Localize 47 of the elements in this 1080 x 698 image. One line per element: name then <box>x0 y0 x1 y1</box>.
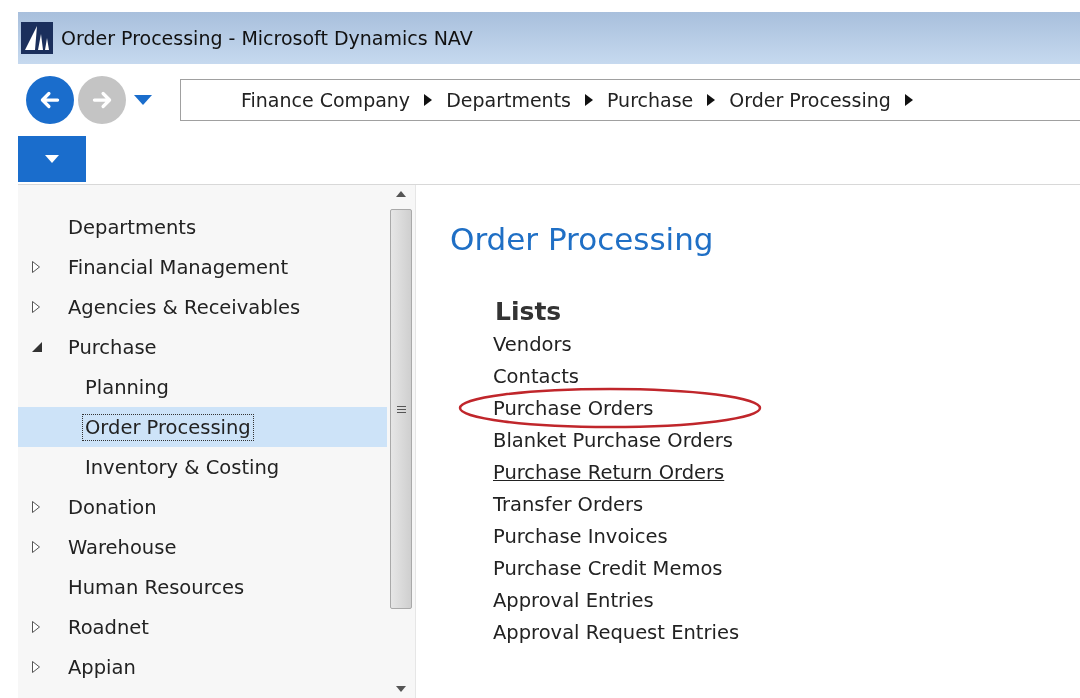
collapsed-arrow-icon[interactable] <box>32 301 40 313</box>
caret-icon[interactable] <box>45 155 59 163</box>
breadcrumb-arrow-icon[interactable] <box>904 94 913 106</box>
app-logo-icon <box>21 22 53 54</box>
collapsed-arrow-icon[interactable] <box>32 541 40 553</box>
collapsed-arrow-icon[interactable] <box>32 621 40 633</box>
collapsed-arrow-icon[interactable] <box>32 261 40 273</box>
list-link[interactable]: Approval Entries <box>493 588 654 612</box>
section-heading: Lists <box>495 297 563 326</box>
navigation-item[interactable]: Departments <box>18 207 387 247</box>
scroll-up-icon[interactable] <box>396 191 406 197</box>
breadcrumb-arrow-icon[interactable] <box>424 94 433 106</box>
navigation-item[interactable]: Purchase <box>18 327 387 367</box>
navigation-item[interactable]: Order Processing <box>18 407 387 447</box>
navigation-item[interactable]: Roadnet <box>18 607 387 647</box>
breadcrumb-arrow-icon[interactable] <box>707 94 716 106</box>
list-link[interactable]: Purchase Credit Memos <box>493 556 723 580</box>
navigation-item[interactable]: Human Resources <box>18 567 387 607</box>
scroll-down-icon[interactable] <box>396 686 406 692</box>
list-link[interactable]: Purchase Invoices <box>493 524 668 548</box>
navigation-item[interactable]: Inventory & Costing <box>18 447 387 487</box>
breadcrumb-item[interactable]: Order Processing <box>729 89 891 111</box>
ribbon-toggle-button[interactable] <box>18 136 86 182</box>
list-link[interactable]: Approval Request Entries <box>493 620 740 644</box>
navigation-item[interactable]: Agencies & Receivables <box>18 287 387 327</box>
list-link[interactable]: Blanket Purchase Orders <box>493 428 733 452</box>
history-dropdown-icon[interactable] <box>134 95 152 105</box>
navigation-item[interactable]: Appian <box>18 647 387 687</box>
page-title: Order Processing <box>450 221 715 257</box>
breadcrumb-arrow-icon[interactable] <box>585 94 593 106</box>
navigation-item[interactable]: Donation <box>18 487 387 527</box>
list-link[interactable]: Contacts <box>493 364 580 388</box>
collapsed-arrow-icon[interactable] <box>32 661 40 673</box>
address-bar[interactable]: Finance Company Departments Purchase Order Processing <box>180 79 1080 121</box>
navigation-item[interactable]: Warehouse <box>18 527 387 567</box>
breadcrumb-item[interactable]: Departments <box>446 89 571 111</box>
breadcrumb-item[interactable]: Finance Company <box>241 89 411 111</box>
window-title: Order Processing - Microsoft Dynamics NAV <box>61 27 473 49</box>
collapsed-arrow-icon[interactable] <box>32 501 40 513</box>
breadcrumb-item[interactable]: Purchase <box>607 89 694 111</box>
navigation-item[interactable]: Planning <box>18 367 387 407</box>
list-link[interactable]: Transfer Orders <box>493 492 644 516</box>
navigation-item[interactable]: Financial Management <box>18 247 387 287</box>
back-button[interactable] <box>26 76 74 124</box>
list-link[interactable]: Vendors <box>493 332 572 356</box>
list-link[interactable]: Purchase Return Orders <box>493 460 725 484</box>
expanded-arrow-icon[interactable] <box>32 342 42 352</box>
